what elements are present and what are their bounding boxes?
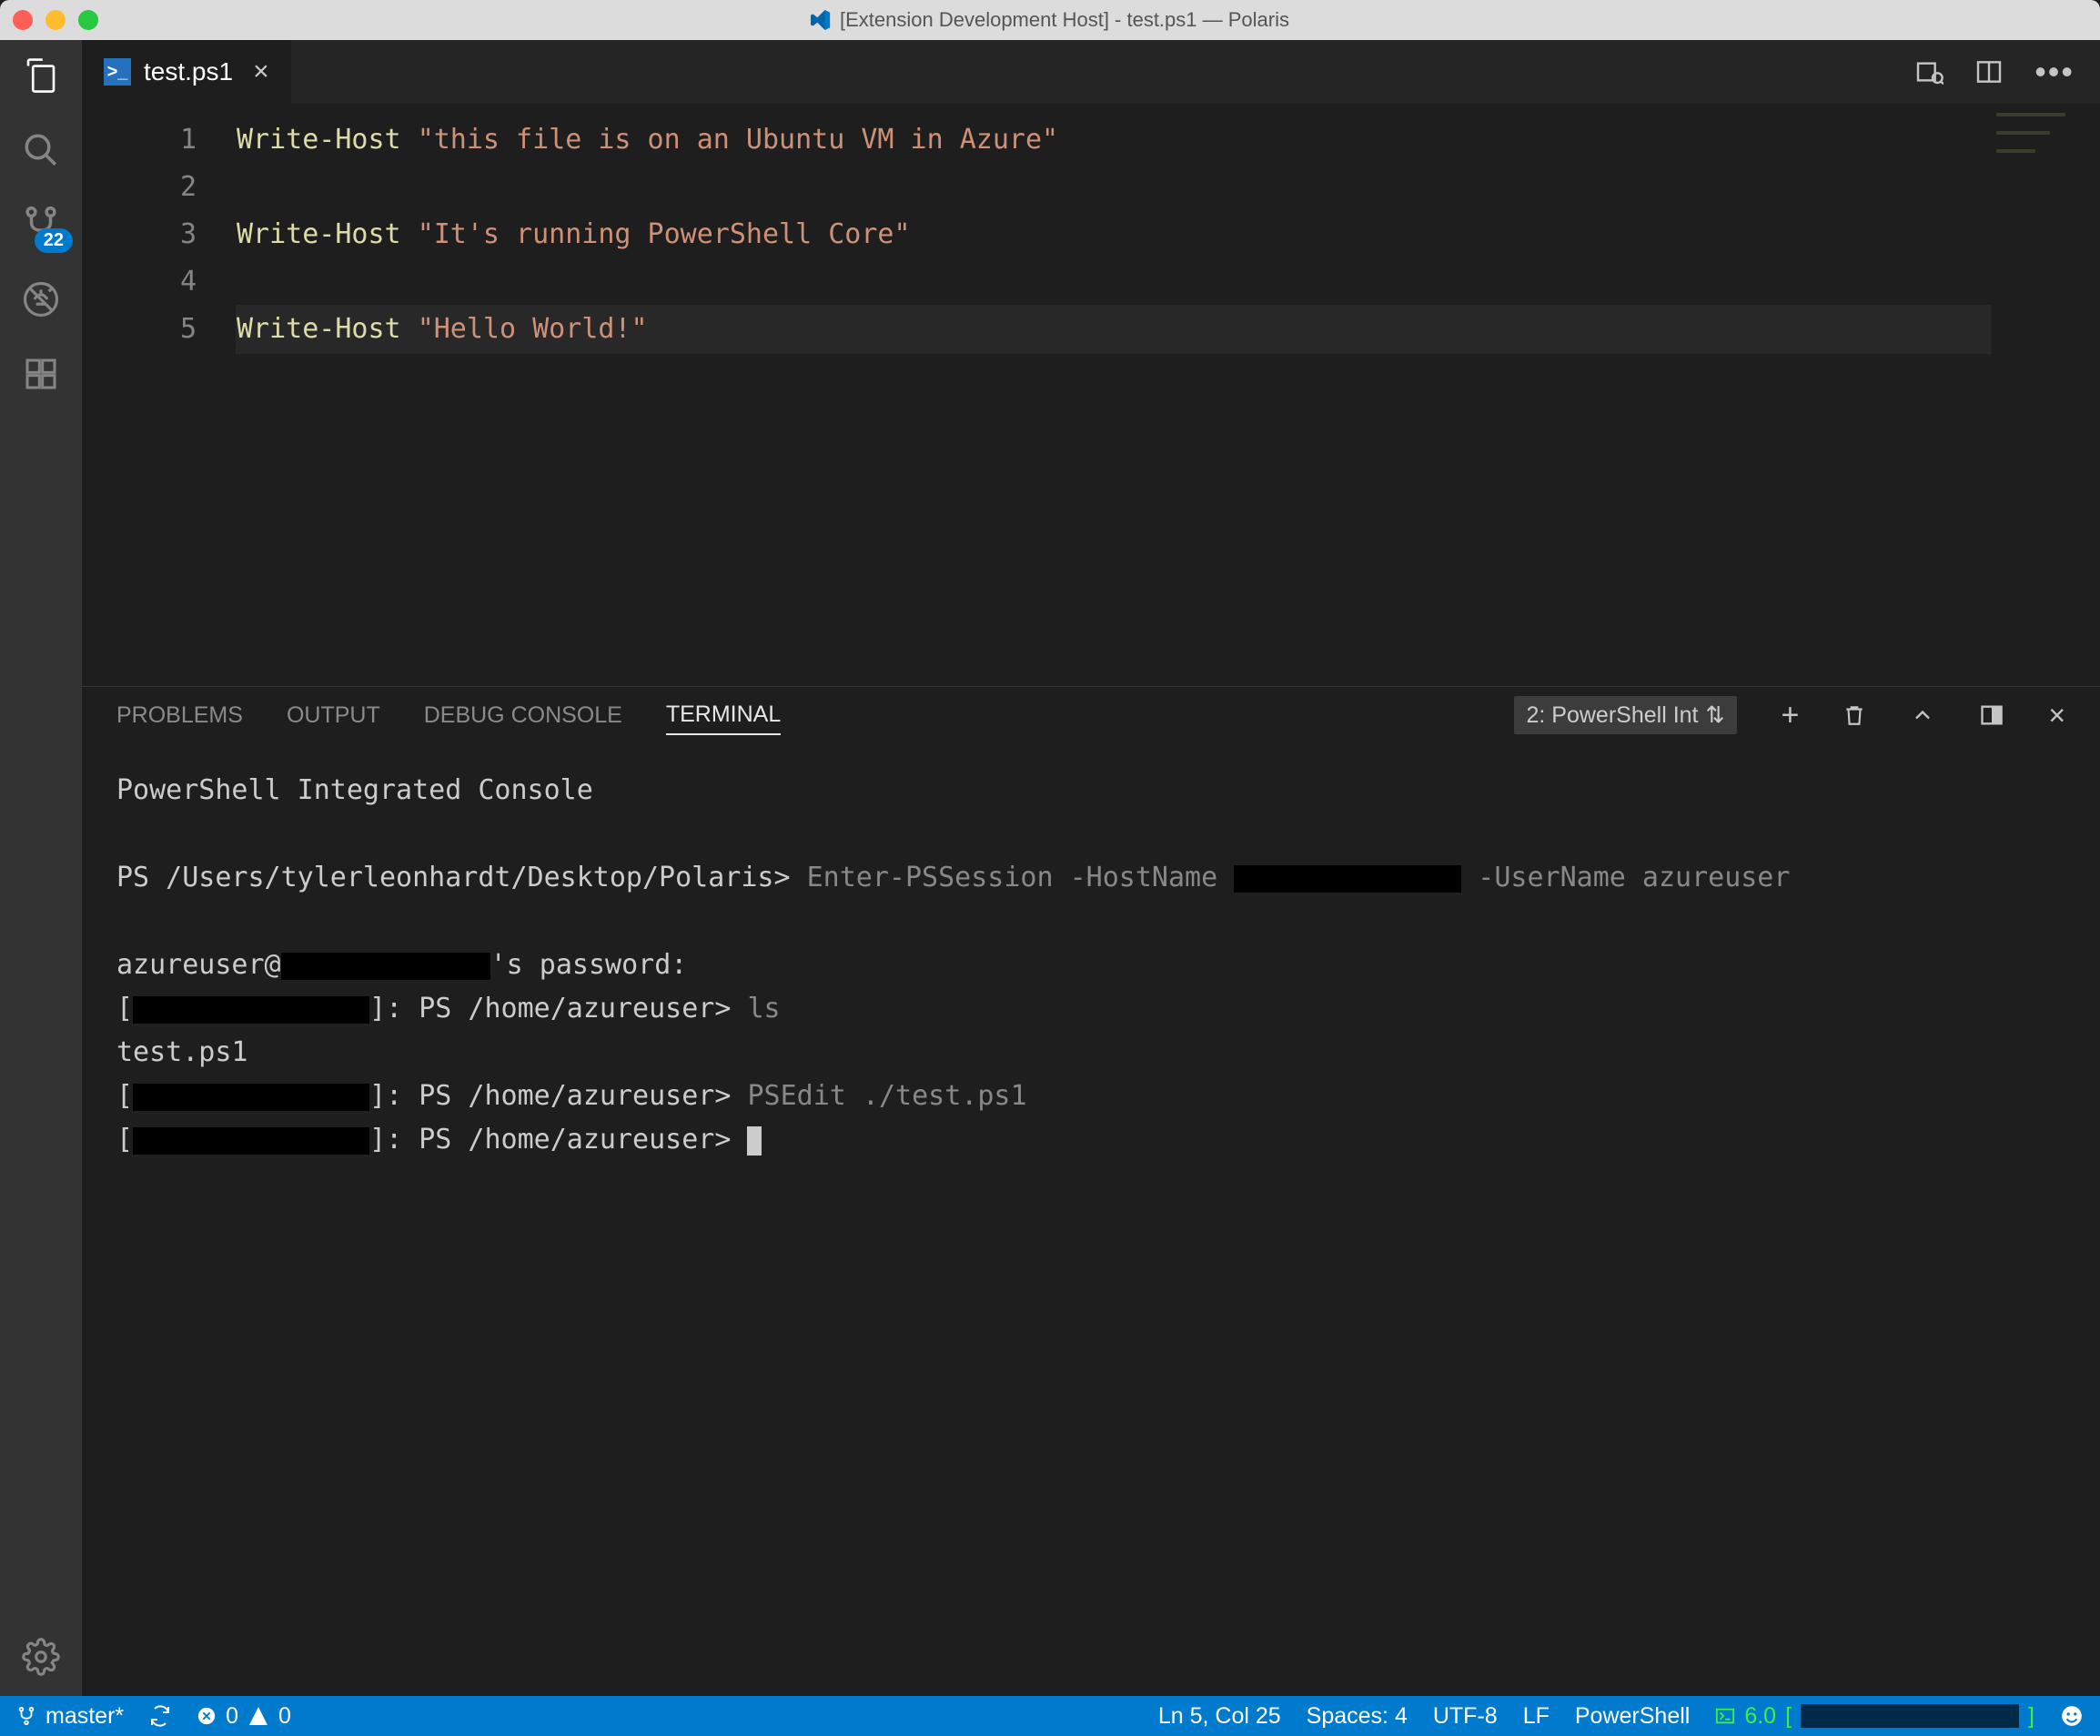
panel-tab-output[interactable]: OUTPUT [287,697,380,734]
kill-terminal-icon[interactable] [1843,701,1866,729]
minimap[interactable] [1991,104,2100,686]
terminal-line: []: PS /home/azureuser> PSEdit ./test.ps… [116,1075,2065,1118]
editor-tabs: >_ test.ps1 × ••• [82,40,2100,104]
title-bar: [Extension Development Host] - test.ps1 … [0,0,2100,40]
maximize-panel-icon[interactable] [1910,702,1935,728]
status-sync-icon[interactable] [149,1705,171,1727]
status-language[interactable]: PowerShell [1575,1703,1690,1730]
status-branch[interactable]: master* [16,1703,124,1730]
tab-test-ps1[interactable]: >_ test.ps1 × [82,40,292,104]
terminal-line: test.ps1 [116,1031,2065,1075]
status-cursor-pos[interactable]: Ln 5, Col 25 [1158,1703,1281,1730]
terminal-line: PS /Users/tylerleonhardt/Desktop/Polaris… [116,856,2065,900]
line-gutter: 1 2 3 4 5 [82,104,237,686]
window-title: [Extension Development Host] - test.ps1 … [840,8,1289,32]
panel-tab-debug[interactable]: DEBUG CONSOLE [424,697,622,734]
terminal-line: []: PS /home/azureuser> [116,1118,2065,1162]
terminal-cursor [747,1126,762,1156]
panel-tab-terminal[interactable]: TERMINAL [666,696,781,735]
activity-bar: 22 [0,40,82,1696]
status-eol[interactable]: LF [1523,1703,1550,1730]
terminal-line: []: PS /home/azureuser> ls [116,987,2065,1031]
status-feedback-icon[interactable] [2060,1704,2084,1728]
powershell-file-icon: >_ [104,58,131,86]
status-powershell[interactable]: 6.0 [] [1715,1703,2034,1730]
terminal-selector[interactable]: 2: PowerShell Int ⇅ [1514,696,1738,734]
status-encoding[interactable]: UTF-8 [1433,1703,1498,1730]
tab-close-icon[interactable]: × [253,56,269,87]
status-indent[interactable]: Spaces: 4 [1307,1703,1408,1730]
terminal-line: azureuser@'s password: [116,944,2065,987]
split-editor-icon[interactable] [1974,57,2004,86]
close-panel-icon[interactable]: × [2048,699,2065,732]
extensions-icon[interactable] [22,355,60,393]
settings-gear-icon[interactable] [22,1638,60,1676]
move-panel-icon[interactable] [1979,702,2004,728]
source-control-icon[interactable]: 22 [22,206,60,244]
editor-content[interactable]: Write-Host "this file is on an Ubuntu VM… [237,104,1991,686]
vscode-icon [811,10,831,30]
tab-label: test.ps1 [144,57,233,86]
scm-badge: 22 [35,228,73,253]
status-problems[interactable]: 0 0 [197,1703,291,1730]
panel: PROBLEMS OUTPUT DEBUG CONSOLE TERMINAL 2… [82,686,2100,1696]
show-search-icon[interactable] [1914,57,1944,86]
terminal[interactable]: PowerShell Integrated Console PS /Users/… [82,743,2100,1696]
terminal-header: PowerShell Integrated Console [116,769,2065,812]
panel-tab-problems[interactable]: PROBLEMS [116,697,243,734]
search-icon[interactable] [22,131,60,169]
editor[interactable]: 1 2 3 4 5 Write-Host "this file is on an… [82,104,2100,686]
debug-icon[interactable] [22,280,60,318]
chevron-updown-icon: ⇅ [1706,701,1725,729]
explorer-icon[interactable] [22,56,60,95]
new-terminal-icon[interactable]: + [1781,698,1799,733]
status-bar: master* 0 0 Ln 5, Col 25 Spaces: 4 UTF-8… [0,1696,2100,1736]
